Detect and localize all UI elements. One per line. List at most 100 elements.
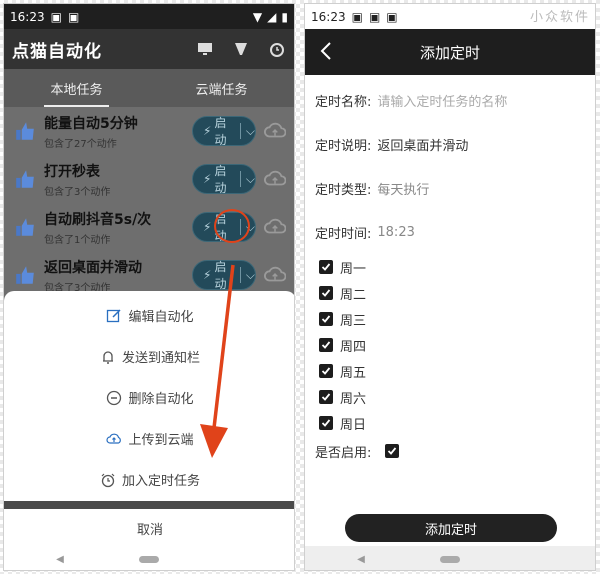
cloud-upload-icon[interactable]: [264, 168, 286, 190]
wifi-icon: ▼: [252, 9, 263, 24]
home-nav-icon[interactable]: [138, 556, 159, 563]
enable-row: 是否启用:: [315, 436, 595, 466]
day-label: 周六: [340, 391, 367, 407]
task-row[interactable]: 打开秒表包含了3个动作 ⚡ 启动 ⌵: [4, 155, 294, 203]
task-row[interactable]: 能量自动5分钟 包含了27个动作 ⚡ 启动 ⌵: [4, 107, 294, 155]
edit-icon: [107, 308, 122, 322]
app-title: 点猫自动化: [12, 41, 102, 62]
task-row[interactable]: 自动刷抖音5s/次 包含了1个动作 ⚡ 启动 ⌵: [4, 203, 294, 251]
status-time: 16:23: [311, 9, 346, 24]
notification-icon: ▣: [351, 9, 363, 24]
menu-item-label: 发送到通知栏: [121, 351, 200, 366]
alarm-icon: [101, 473, 115, 487]
status-time: 16:23: [10, 9, 45, 24]
task-tabs: 本地任务 云端任务: [4, 69, 294, 107]
alarm-icon[interactable]: [268, 40, 286, 58]
time-picker[interactable]: 18:23: [377, 225, 414, 240]
chevron-down-icon[interactable]: ⌵: [246, 172, 255, 187]
menu-item-edit[interactable]: 编辑自动化: [4, 295, 294, 336]
time-label: 定时时间:: [315, 226, 372, 242]
name-label: 定时名称:: [315, 94, 372, 110]
highlight-circle: [214, 209, 250, 243]
menu-item-upload[interactable]: 上传到云端: [4, 418, 294, 459]
watermark: 小众软件: [530, 10, 591, 25]
start-label: 启动: [214, 116, 227, 147]
screen-icon[interactable]: [196, 40, 214, 58]
cloud-upload-icon[interactable]: [264, 216, 286, 238]
page-title: 添加定时: [419, 43, 480, 62]
app-bar: 添加定时: [305, 29, 595, 75]
thumbs-up-icon: [16, 218, 34, 236]
notification-icon: ▣: [386, 9, 398, 24]
checkbox-checked-icon[interactable]: [319, 286, 333, 300]
thumbs-up-icon: [16, 170, 34, 188]
cancel-button[interactable]: 取消: [4, 509, 294, 547]
minus-circle-icon: [107, 390, 122, 405]
menu-item-label: 上传到云端: [128, 433, 194, 448]
nav-bar: ◀: [305, 546, 595, 570]
signal-icon: ◢: [267, 9, 277, 24]
checkbox-checked-icon[interactable]: [319, 364, 333, 378]
day-checkbox[interactable]: 周日: [319, 410, 595, 436]
day-checkbox[interactable]: 周六: [319, 384, 595, 410]
start-button[interactable]: ⚡ 启动 ⌵: [192, 260, 256, 291]
menu-item-notify[interactable]: 发送到通知栏: [4, 336, 294, 377]
day-checkbox[interactable]: 周五: [319, 358, 595, 384]
type-row: 定时类型: 每天执行: [315, 166, 595, 210]
day-checkbox[interactable]: 周二: [319, 280, 595, 306]
day-checkbox[interactable]: 周一: [319, 254, 595, 280]
nav-bar: ◀: [4, 547, 294, 570]
checkbox-checked-icon[interactable]: [319, 312, 333, 326]
cloud-upload-icon[interactable]: [264, 264, 286, 286]
cloud-upload-icon[interactable]: [264, 120, 286, 142]
name-input[interactable]: 请输入定时任务的名称: [377, 91, 507, 110]
notification-icon: ▣: [50, 9, 62, 24]
action-sheet: 编辑自动化 发送到通知栏 删除自动化 上传到云端 加入定时任务: [4, 291, 294, 501]
type-select[interactable]: 每天执行: [377, 179, 429, 198]
task-subtitle: 包含了3个动作: [44, 186, 111, 198]
add-schedule-button[interactable]: 添加定时: [345, 514, 557, 542]
bolt-icon: ⚡: [203, 124, 212, 138]
vip-icon[interactable]: [232, 40, 250, 58]
back-arrow-icon[interactable]: [319, 41, 333, 61]
chevron-down-icon[interactable]: ⌵: [246, 124, 255, 139]
battery-icon: ▮: [281, 9, 288, 24]
task-name: 返回桌面并滑动: [44, 259, 142, 276]
start-label: 启动: [214, 260, 227, 291]
day-checkbox[interactable]: 周四: [319, 332, 595, 358]
time-row: 定时时间: 18:23: [315, 210, 595, 254]
task-name: 打开秒表: [44, 163, 100, 180]
tab-cloud[interactable]: 云端任务: [149, 69, 294, 107]
menu-item-label: 删除自动化: [128, 392, 194, 407]
bell-icon: [102, 350, 113, 364]
notification-icon: ▣: [67, 9, 80, 24]
start-button[interactable]: ⚡ 启动 ⌵: [192, 164, 256, 195]
bolt-icon: ⚡: [203, 172, 212, 186]
enable-checkbox[interactable]: [385, 444, 400, 458]
menu-item-delete[interactable]: 删除自动化: [4, 377, 294, 418]
chevron-down-icon[interactable]: ⌵: [246, 268, 255, 283]
menu-item-schedule[interactable]: 加入定时任务: [4, 459, 294, 500]
sheet-divider: [4, 501, 294, 509]
day-label: 周二: [340, 287, 367, 303]
task-subtitle: 包含了27个动作: [44, 138, 117, 150]
left-phone-screen: 16:23 ▣ ▣ ▼ ◢ ▮ 点猫自动化 本地任务 云端任务 能量自动5分钟 …: [3, 3, 295, 571]
menu-item-label: 编辑自动化: [128, 310, 194, 325]
checkbox-checked-icon[interactable]: [319, 390, 333, 404]
checkbox-checked-icon[interactable]: [319, 416, 333, 430]
schedule-form: 定时名称: 请输入定时任务的名称 定时说明: 返回桌面并滑动 定时类型: 每天执…: [305, 75, 595, 466]
type-label: 定时类型:: [315, 182, 372, 198]
home-nav-icon[interactable]: [439, 555, 460, 563]
back-nav-icon[interactable]: ◀: [56, 554, 64, 565]
start-button[interactable]: ⚡ 启动 ⌵: [192, 116, 256, 147]
day-checkbox[interactable]: 周三: [319, 306, 595, 332]
tab-local[interactable]: 本地任务: [4, 69, 149, 107]
day-label: 周四: [340, 339, 367, 355]
checkbox-checked-icon[interactable]: [319, 260, 333, 274]
start-label: 启动: [214, 164, 227, 195]
back-nav-icon[interactable]: ◀: [357, 554, 365, 565]
right-phone-screen: 16:23 ▣ ▣ ▣ 添加定时 定时名称: 请输入定时任务的名称 定时说明: …: [304, 3, 596, 571]
checkbox-checked-icon[interactable]: [319, 338, 333, 352]
bolt-icon: ⚡: [203, 268, 212, 282]
desc-input[interactable]: 返回桌面并滑动: [377, 135, 468, 154]
